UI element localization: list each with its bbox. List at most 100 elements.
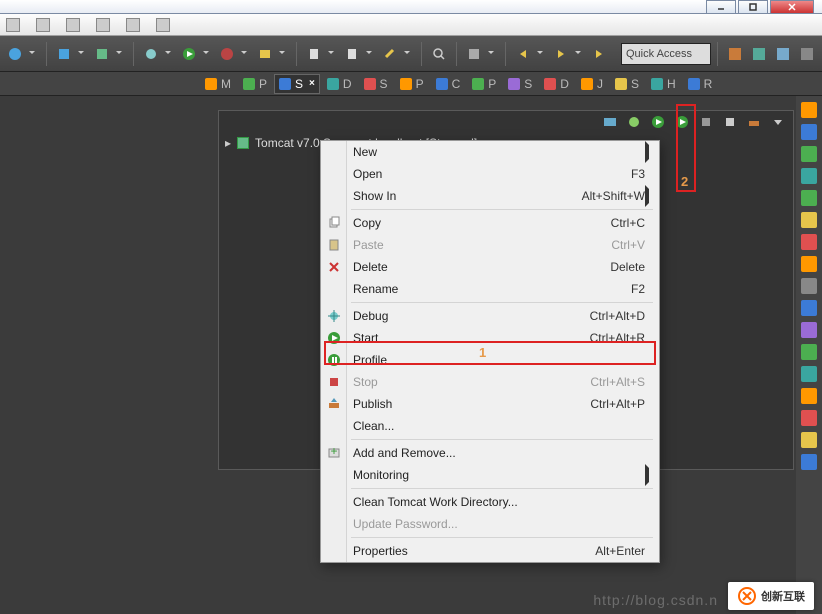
editor-tab[interactable]: S× bbox=[274, 74, 320, 94]
editor-tab[interactable]: R bbox=[683, 74, 718, 94]
maximize-button[interactable] bbox=[738, 0, 768, 14]
rail-icon[interactable] bbox=[801, 256, 817, 272]
forward-button[interactable] bbox=[550, 43, 572, 65]
os-tab-strip bbox=[0, 14, 822, 36]
toolbar-separator bbox=[456, 42, 457, 66]
rail-icon[interactable] bbox=[801, 102, 817, 118]
minimize-button[interactable] bbox=[706, 0, 736, 14]
search-button[interactable] bbox=[428, 43, 450, 65]
menu-item-clean-tomcat-work-directory[interactable]: Clean Tomcat Work Directory... bbox=[321, 491, 659, 513]
editor-tab[interactable]: P bbox=[467, 74, 501, 94]
paint-button[interactable] bbox=[379, 43, 401, 65]
menu-item-properties[interactable]: PropertiesAlt+Enter bbox=[321, 540, 659, 562]
close-button[interactable] bbox=[770, 0, 814, 14]
view-menu-icon[interactable] bbox=[769, 113, 787, 131]
menu-separator bbox=[351, 302, 653, 303]
window-buttons bbox=[706, 0, 814, 14]
servers-toolbar bbox=[219, 111, 793, 133]
quick-access-field[interactable]: Quick Access bbox=[621, 43, 711, 65]
rail-icon[interactable] bbox=[801, 124, 817, 140]
rail-icon[interactable] bbox=[801, 322, 817, 338]
dropdown-icon[interactable] bbox=[574, 43, 582, 65]
rail-icon[interactable] bbox=[801, 388, 817, 404]
editor-tab[interactable]: D bbox=[322, 74, 357, 94]
publish-icon[interactable] bbox=[745, 113, 763, 131]
open-type-button[interactable] bbox=[341, 43, 363, 65]
editor-tab[interactable]: C bbox=[431, 74, 466, 94]
stop-server-icon[interactable] bbox=[721, 113, 739, 131]
dropdown-icon[interactable] bbox=[240, 43, 248, 65]
editor-tab[interactable]: S bbox=[610, 74, 644, 94]
close-tab-icon[interactable]: × bbox=[309, 78, 315, 89]
new-server-icon[interactable] bbox=[625, 113, 643, 131]
menu-item-debug[interactable]: DebugCtrl+Alt+D bbox=[321, 305, 659, 327]
dropdown-icon[interactable] bbox=[115, 43, 123, 65]
strip-tile bbox=[126, 18, 140, 32]
menu-item-delete[interactable]: DeleteDelete bbox=[321, 256, 659, 278]
menu-item-copy[interactable]: CopyCtrl+C bbox=[321, 212, 659, 234]
save-all-button[interactable] bbox=[53, 43, 75, 65]
editor-tab[interactable]: J bbox=[576, 74, 608, 94]
new-project-button[interactable] bbox=[4, 43, 26, 65]
perspective-switch-button[interactable] bbox=[796, 43, 818, 65]
dropdown-icon[interactable] bbox=[202, 43, 210, 65]
editor-tab[interactable]: P bbox=[238, 74, 272, 94]
menu-item-clean[interactable]: Clean... bbox=[321, 415, 659, 437]
console-switch-icon[interactable] bbox=[601, 113, 619, 131]
rail-icon[interactable] bbox=[801, 300, 817, 316]
perspective-myeclipse-button[interactable] bbox=[748, 43, 770, 65]
dropdown-icon[interactable] bbox=[164, 43, 172, 65]
publish-icon bbox=[321, 397, 347, 411]
new-server-button[interactable] bbox=[254, 43, 276, 65]
editor-tab[interactable]: S bbox=[503, 74, 537, 94]
editor-tab[interactable]: D bbox=[539, 74, 574, 94]
dropdown-icon[interactable] bbox=[77, 43, 85, 65]
rail-icon[interactable] bbox=[801, 168, 817, 184]
rail-icon[interactable] bbox=[801, 410, 817, 426]
dropdown-icon[interactable] bbox=[536, 43, 544, 65]
dropdown-icon[interactable] bbox=[28, 43, 36, 65]
expand-icon[interactable]: ▸ bbox=[225, 136, 231, 150]
perspective-java-button[interactable] bbox=[724, 43, 746, 65]
menu-item-add-and-remove[interactable]: +Add and Remove... bbox=[321, 442, 659, 464]
ext-tools-button[interactable] bbox=[216, 43, 238, 65]
rail-icon[interactable] bbox=[801, 146, 817, 162]
tab-label: D bbox=[343, 77, 352, 91]
menu-item-show-in[interactable]: Show InAlt+Shift+W bbox=[321, 185, 659, 207]
editor-tab[interactable]: H bbox=[646, 74, 681, 94]
perspective-debug-button[interactable] bbox=[772, 43, 794, 65]
run-button[interactable] bbox=[178, 43, 200, 65]
profile-server-icon[interactable] bbox=[697, 113, 715, 131]
menu-item-monitoring[interactable]: Monitoring bbox=[321, 464, 659, 486]
rail-icon[interactable] bbox=[801, 454, 817, 470]
outline-button[interactable] bbox=[463, 43, 485, 65]
dropdown-icon[interactable] bbox=[365, 43, 373, 65]
menu-item-open[interactable]: OpenF3 bbox=[321, 163, 659, 185]
new-wiz-button[interactable] bbox=[303, 43, 325, 65]
rail-icon[interactable] bbox=[801, 234, 817, 250]
rail-icon[interactable] bbox=[801, 190, 817, 206]
dropdown-icon[interactable] bbox=[278, 43, 286, 65]
menu-item-new[interactable]: New bbox=[321, 141, 659, 163]
build-button[interactable] bbox=[91, 43, 113, 65]
debug-button[interactable] bbox=[140, 43, 162, 65]
editor-tab[interactable]: P bbox=[395, 74, 429, 94]
nav-up-button[interactable] bbox=[588, 43, 610, 65]
dropdown-icon[interactable] bbox=[403, 43, 411, 65]
dropdown-icon[interactable] bbox=[327, 43, 335, 65]
menu-item-publish[interactable]: PublishCtrl+Alt+P bbox=[321, 393, 659, 415]
tab-icon bbox=[436, 78, 448, 90]
rail-icon[interactable] bbox=[801, 366, 817, 382]
start-debug-icon[interactable] bbox=[649, 113, 667, 131]
rail-icon[interactable] bbox=[801, 432, 817, 448]
dropdown-icon[interactable] bbox=[487, 43, 495, 65]
rail-icon[interactable] bbox=[801, 344, 817, 360]
back-button[interactable] bbox=[512, 43, 534, 65]
rail-icon[interactable] bbox=[801, 212, 817, 228]
rail-icon[interactable] bbox=[801, 278, 817, 294]
editor-tab[interactable]: S bbox=[359, 74, 393, 94]
strip-tile bbox=[6, 18, 20, 32]
menu-item-rename[interactable]: RenameF2 bbox=[321, 278, 659, 300]
submenu-arrow-icon bbox=[645, 145, 653, 159]
editor-tab[interactable]: M bbox=[200, 74, 236, 94]
